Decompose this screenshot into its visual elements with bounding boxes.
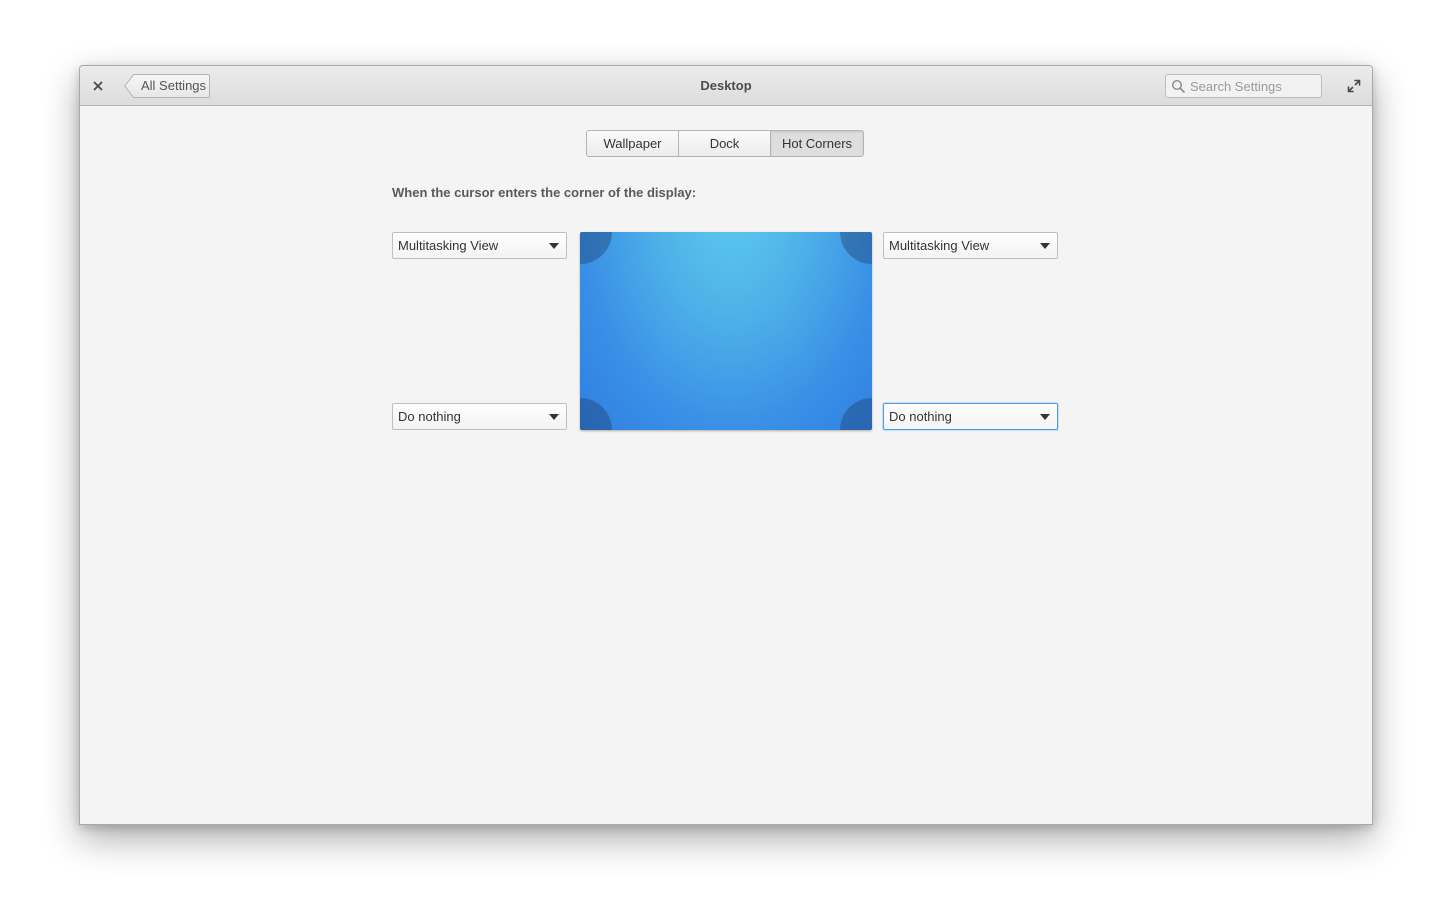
titlebar: All Settings Desktop: [80, 66, 1372, 106]
chevron-down-icon: [1040, 243, 1050, 249]
tab-hot-corners[interactable]: Hot Corners: [771, 131, 863, 156]
maximize-button[interactable]: [1344, 76, 1364, 96]
top-left-corner-value: Multitasking View: [398, 238, 499, 253]
view-switcher: Wallpaper Dock Hot Corners: [586, 130, 864, 157]
top-right-hot-corner: [840, 232, 872, 264]
close-button[interactable]: [88, 76, 108, 96]
bottom-right-corner-value: Do nothing: [889, 409, 952, 424]
bottom-left-hot-corner: [580, 398, 612, 430]
hot-corners-instruction: When the cursor enters the corner of the…: [392, 185, 697, 200]
bottom-right-corner-select[interactable]: Do nothing: [883, 403, 1058, 430]
bottom-right-hot-corner: [840, 398, 872, 430]
search-field[interactable]: [1165, 74, 1322, 98]
search-input[interactable]: [1190, 75, 1318, 97]
settings-window: All Settings Desktop Wallpaper Dock Hot …: [79, 65, 1373, 825]
display-preview: [580, 232, 872, 430]
bottom-left-corner-value: Do nothing: [398, 409, 461, 424]
chevron-down-icon: [549, 414, 559, 420]
tab-wallpaper[interactable]: Wallpaper: [587, 131, 679, 156]
maximize-icon: [1347, 79, 1361, 93]
top-left-hot-corner: [580, 232, 612, 264]
top-right-corner-value: Multitasking View: [889, 238, 990, 253]
top-left-corner-select[interactable]: Multitasking View: [392, 232, 567, 259]
chevron-down-icon: [549, 243, 559, 249]
tab-dock[interactable]: Dock: [679, 131, 771, 156]
top-right-corner-select[interactable]: Multitasking View: [883, 232, 1058, 259]
back-button-label: All Settings: [141, 78, 207, 93]
back-button[interactable]: All Settings: [124, 74, 215, 98]
chevron-down-icon: [1040, 414, 1050, 420]
bottom-left-corner-select[interactable]: Do nothing: [392, 403, 567, 430]
close-icon: [93, 81, 103, 91]
search-icon: [1171, 79, 1185, 93]
